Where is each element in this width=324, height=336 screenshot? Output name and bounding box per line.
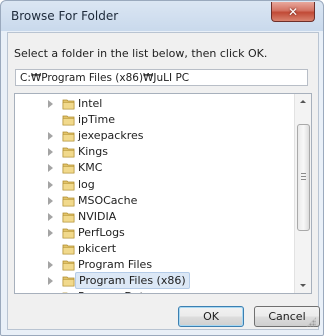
folder-icon [62, 115, 75, 126]
scroll-down-arrow-icon[interactable] [295, 277, 311, 293]
browse-for-folder-dialog: Browse For Folder ✕ Select a folder in t… [0, 0, 324, 336]
folder-icon [62, 260, 75, 271]
tree-item-label: ipTime [78, 113, 115, 127]
tree-item-label: KMC [78, 161, 103, 175]
scrollbar-thumb[interactable] [297, 124, 310, 231]
folder-icon [62, 228, 75, 239]
folder-icon [62, 180, 75, 190]
folder-icon [62, 163, 75, 174]
expand-arrow-icon[interactable] [48, 277, 53, 286]
vertical-scrollbar[interactable] [294, 94, 311, 293]
instruction-text: Select a folder in the list below, then … [14, 47, 268, 60]
folder-icon [62, 244, 75, 255]
folder-icon [62, 131, 75, 142]
folder-icon [62, 292, 68, 293]
expand-arrow-icon[interactable] [48, 196, 53, 205]
tree-item-label: Program Files [78, 258, 153, 271]
folder-tree[interactable]: Intel ipTime jexepackres Kings KMC log MSOCach… [14, 93, 312, 294]
expand-arrow-icon[interactable] [48, 261, 53, 269]
folder-icon [62, 147, 75, 158]
ok-button[interactable]: OK [178, 306, 244, 327]
folder-tree-list: Intel ipTime jexepackres Kings KMC log MSOCach… [15, 94, 295, 293]
folder-icon [62, 99, 75, 110]
expand-arrow-icon[interactable] [48, 132, 53, 141]
folder-icon [62, 196, 75, 206]
folder-icon [62, 212, 75, 223]
expand-arrow-icon[interactable] [48, 180, 53, 189]
tree-item-label: Intel [78, 97, 103, 110]
expand-arrow-icon[interactable] [48, 212, 53, 221]
tree-item-label: PerfLogs [78, 225, 125, 239]
thumb-grip-icon [301, 173, 306, 180]
window-title: Browse For Folder [11, 9, 119, 23]
expand-arrow-icon[interactable] [48, 100, 53, 108]
expand-arrow-icon[interactable] [48, 164, 53, 173]
expand-arrow-icon[interactable] [48, 228, 53, 237]
dialog-body: Select a folder in the list below, then … [7, 32, 320, 330]
tree-item-label: pkicert [78, 241, 117, 255]
tree-item-label: NVIDIA [78, 209, 117, 223]
title-bar[interactable]: Browse For Folder ✕ [1, 1, 323, 31]
tree-item-label: ProgramData [78, 290, 151, 293]
tree-item[interactable]: ProgramData [15, 288, 295, 293]
expand-arrow-icon[interactable] [48, 148, 53, 157]
folder-path-field[interactable]: C:₩Program Files (x86)₩JuLI PC [15, 69, 308, 86]
tree-item-label: Program Files (x86) [75, 272, 190, 290]
close-icon: ✕ [287, 4, 299, 19]
tree-item-label: log [78, 177, 95, 191]
tree-item-label: MSOCache [78, 193, 138, 207]
tree-item-label: jexepackres [78, 129, 144, 143]
tree-item-label: Kings [78, 145, 108, 159]
scroll-up-arrow-icon[interactable] [295, 94, 311, 110]
close-button[interactable]: ✕ [271, 2, 315, 22]
folder-icon [62, 276, 75, 287]
